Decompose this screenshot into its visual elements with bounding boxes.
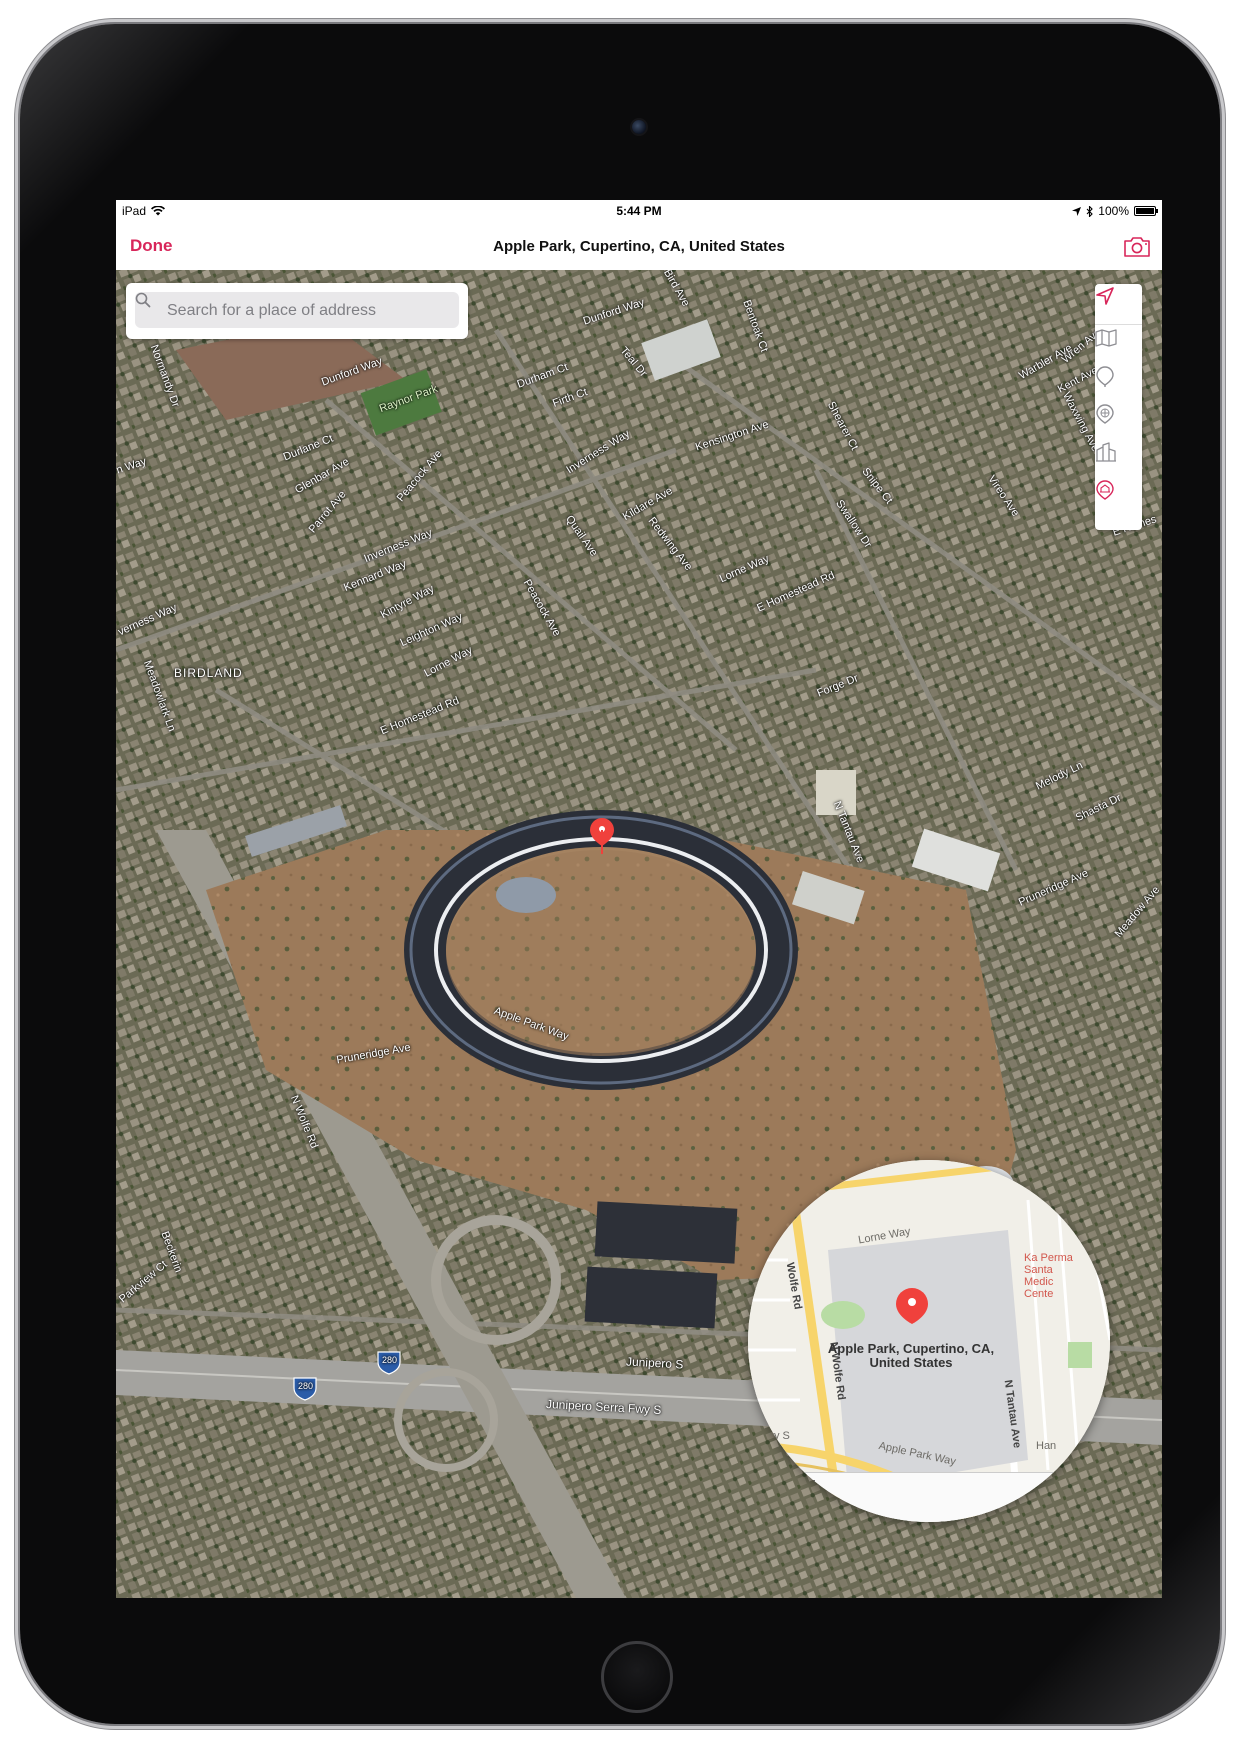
bluetooth-icon [1086, 205, 1094, 217]
location-arrow-icon [1096, 287, 1114, 305]
highway-shield-280: 280 [382, 1355, 398, 1365]
clock: 5:44 PM [616, 204, 662, 218]
globe-pin-button[interactable] [1095, 404, 1142, 442]
marker-icon [1096, 480, 1114, 500]
search-panel [126, 283, 468, 339]
map-toolbar [1095, 284, 1142, 530]
map-label: BIRDLAND [174, 666, 243, 680]
screen: iPad 5:44 PM 100% Done Apple Park, Cuper… [116, 200, 1162, 1598]
globe-pin-icon [1096, 404, 1114, 424]
magnifier-address: Apple Park, Cupertino, CA, United States [827, 1341, 995, 1370]
magnifier-label: Ka Perma Santa Medic Cente [1024, 1252, 1073, 1300]
location-services-icon [1072, 206, 1082, 216]
pin-icon [1096, 366, 1114, 387]
location-arrow-button[interactable] [1095, 286, 1142, 325]
magnifier-label: Han [1036, 1440, 1057, 1452]
magnifier-bottom-text: AL [796, 1477, 823, 1499]
highway-shield-280: 280 [298, 1381, 314, 1391]
magnifier-label: wy S [766, 1430, 790, 1442]
buildings-button[interactable] [1095, 442, 1142, 480]
navigation-bar: Done Apple Park, Cupertino, CA, United S… [116, 224, 1162, 271]
map-icon [1095, 329, 1117, 347]
search-input[interactable] [165, 292, 454, 330]
battery-percent: 100% [1098, 204, 1129, 218]
satellite-map[interactable]: Dunford Way Dunford Way Raynor Park Durh… [116, 270, 1162, 1598]
pin-button[interactable] [1095, 366, 1142, 404]
magnifier-lens: Lorne Way Wolfe Rd N Wolfe Rd N Tantau A… [748, 1160, 1110, 1522]
map-label: Junipero S [625, 1354, 684, 1372]
map-type-button[interactable] [1095, 328, 1142, 366]
magnifier-bottom-bar: AL [748, 1472, 1110, 1522]
front-camera [632, 120, 646, 134]
ipad-frame: iPad 5:44 PM 100% Done Apple Park, Cuper… [20, 24, 1220, 1724]
camera-icon[interactable] [1122, 234, 1152, 260]
search-icon [135, 292, 151, 308]
search-field[interactable] [135, 292, 459, 330]
home-button[interactable] [601, 1641, 673, 1713]
buildings-icon [1096, 442, 1116, 462]
status-bar: iPad 5:44 PM 100% [116, 200, 1162, 224]
page-title: Apple Park, Cupertino, CA, United States [493, 238, 785, 255]
battery-icon [1134, 206, 1158, 216]
marker-button[interactable] [1095, 480, 1142, 518]
